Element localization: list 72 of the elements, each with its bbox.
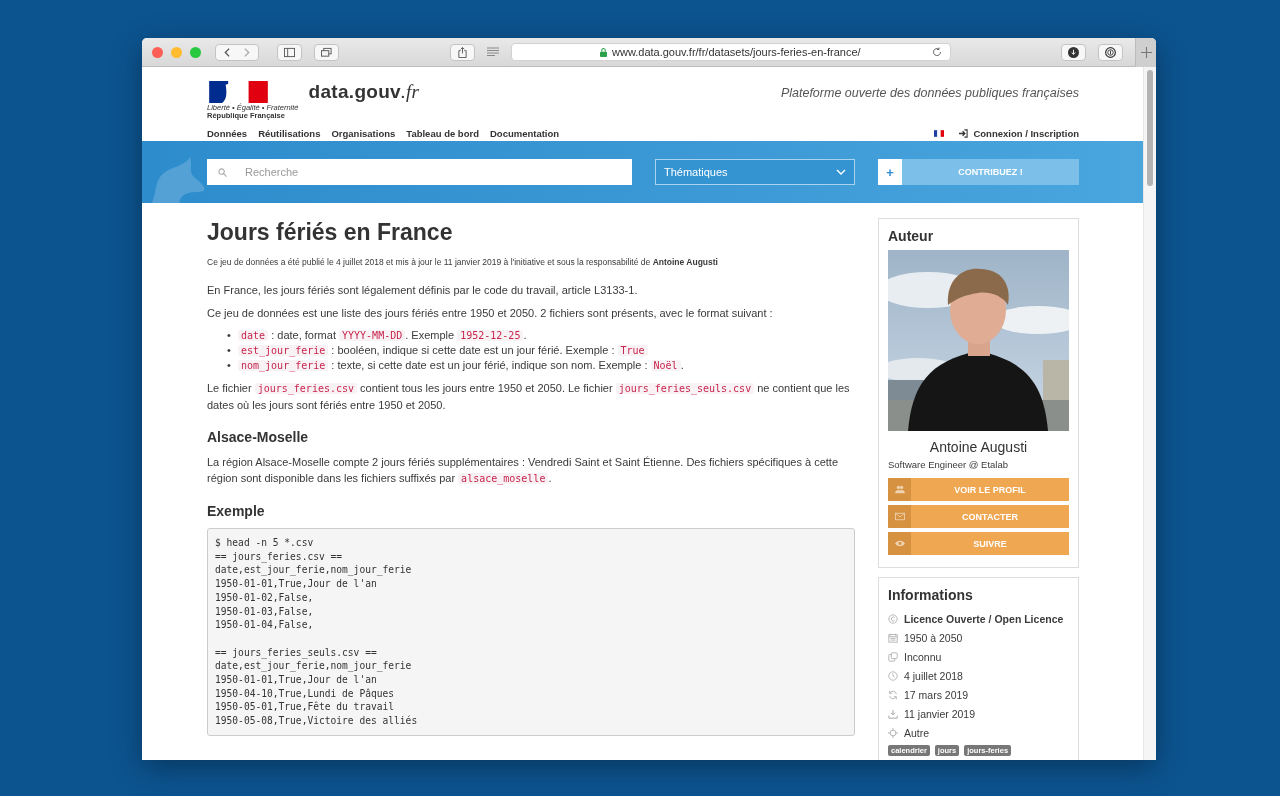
scrollbar[interactable]	[1143, 67, 1156, 760]
paragraph: Ce jeu de données est une liste des jours fériés entre 1950 et 2050. 2 fichiers sont présents, avec le format suivant :	[207, 306, 774, 321]
eye-icon	[894, 539, 905, 548]
info-text: Inconnu	[904, 650, 942, 663]
sidebar-button[interactable]	[277, 43, 302, 61]
share-icon	[457, 46, 468, 58]
nav-link[interactable]: Réutilisations	[258, 127, 321, 139]
url-text: www.data.gouv.fr/fr/datasets/jours-feries-en-france/	[612, 46, 861, 58]
themes-dropdown[interactable]: Thématiques	[655, 159, 855, 185]
flag-logo[interactable]	[207, 80, 270, 103]
info-text: Licence Ouverte / Open Licence	[904, 612, 1064, 625]
list-item: date : date, format YYYY-MM-DD . Exemple 1952-12-25 .	[238, 328, 855, 343]
info-text: 17 mars 2019	[904, 688, 969, 701]
dataset-meta: Ce jeu de données a été publié le 4 juillet 2018 et mis à jour le 11 janvier 2019 à l'initiative et sous la responsabilité de Antoine Augusti	[207, 256, 719, 268]
section-heading: Alsace-Moselle	[207, 428, 310, 446]
info-text: 4 juillet 2018	[904, 669, 963, 682]
site-name[interactable]: data.gouv.fr	[308, 81, 420, 103]
card-heading: Informations	[888, 586, 974, 604]
nav-link[interactable]: Tableau de bord	[406, 127, 479, 139]
extension-button[interactable]	[1098, 43, 1123, 61]
author-name: Antoine Augusti	[928, 439, 1029, 455]
download-icon	[888, 708, 898, 719]
downloads-button[interactable]	[1061, 43, 1086, 61]
code-block: $ head -n 5 *.csv == jours_feries.csv == date,est_jour_ferie,nom_jour_ferie 1950-01-01,True,Jour de l'an 1950-01-02,False, 1950-01-03,False, 1950-01-04,False, == jours_feries_seuls.csv == date,est_jour_ferie,nom_jour_ferie 1950-01-01,True,Jour de l'an 1950-04-10,True,Lundi de Pâques 1950-05-01,True,Fête du travail 1950-05-08,True,Victoire des alliés	[207, 528, 855, 736]
french-flag-icon[interactable]	[934, 129, 945, 137]
plus-button[interactable]: +	[878, 159, 902, 185]
author-role: Software Engineer @ Etalab	[888, 459, 1010, 470]
info-text: 1950 à 2050	[904, 631, 963, 644]
users-icon	[894, 485, 905, 494]
login-link[interactable]: Connexion / Inscription	[959, 127, 1079, 139]
bullet: •	[227, 358, 232, 373]
search-field[interactable]: Recherche	[207, 159, 632, 185]
reload-icon[interactable]	[932, 47, 942, 57]
sidebar-icon	[284, 46, 295, 58]
extension-icon	[1105, 46, 1116, 58]
section-heading: Exemple	[207, 502, 266, 520]
reader-icon[interactable]	[487, 47, 499, 57]
lock-icon	[600, 47, 607, 57]
paragraph: En France, les jours fériés sont légalement définis par le code du travail, article L3133-1.	[207, 283, 639, 298]
calendar-icon	[888, 632, 898, 643]
info-text: Autre	[904, 726, 930, 739]
download-icon	[1068, 46, 1079, 58]
address-bar[interactable]: www.data.gouv.fr/fr/datasets/jours-feries-en-france/	[511, 43, 951, 61]
close-button[interactable]	[152, 46, 163, 58]
search-icon	[218, 168, 227, 177]
dataset-title: Jours fériés en France	[207, 218, 454, 246]
plus-icon	[1140, 46, 1152, 58]
nav-link[interactable]: Documentation	[489, 127, 560, 139]
bullet: •	[227, 328, 232, 343]
scrollbar-thumb[interactable]	[1147, 70, 1153, 186]
tabs-button[interactable]	[314, 43, 339, 61]
nav-link[interactable]: Données	[207, 127, 248, 139]
copyright-icon	[888, 613, 898, 624]
paragraph: La région Alsace-Moselle compte 2 jours fériés supplémentaires : Vendredi Saint et Saint Étienne. Des fichiers spécifiques à cette région sont disponible dans les fichiers suffixés par alsace_moselle .	[207, 455, 839, 487]
sign-in-icon	[959, 128, 969, 138]
clock-icon	[888, 670, 898, 681]
share-button[interactable]	[450, 43, 475, 61]
crosshair-icon	[888, 727, 898, 738]
refresh-icon	[888, 689, 898, 700]
card-heading: Auteur	[888, 227, 935, 245]
chevron-down-icon	[836, 169, 846, 175]
new-tab-button[interactable]	[1135, 38, 1156, 67]
list-item: nom_jour_ferie : texte, si cette date est un jour férié, indique son nom. Exemple : Noël .	[238, 358, 855, 373]
envelope-icon	[894, 512, 905, 521]
nav-link[interactable]: Organisations	[331, 127, 396, 139]
info-text: 11 janvier 2019	[904, 707, 976, 720]
paragraph: Le fichier jours_feries.csv contient tous les jours entre 1950 et 2050. Le fichier jours_feries_seuls.csv ne contient que les dates où les jours sont fériés entre 1950 et 2050.	[207, 381, 851, 413]
tagline: Plateforme ouverte des données publiques françaises	[780, 86, 1079, 100]
bullet: •	[227, 343, 232, 358]
list-item: est_jour_ferie : booléen, indique si cette date est un jour férié. Exemple : True	[238, 343, 855, 358]
copy-icon	[888, 651, 898, 662]
tabs-icon	[321, 46, 332, 58]
